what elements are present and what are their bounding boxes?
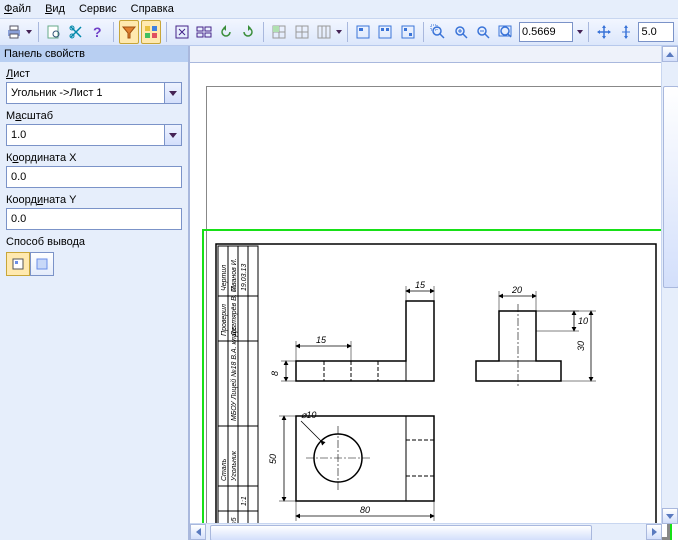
svg-text:МБОУ Лицей №18 В.А. класс: МБОУ Лицей №18 В.А. класс xyxy=(230,326,238,421)
sheet-value: Угольник ->Лист 1 xyxy=(7,87,164,99)
svg-text:15: 15 xyxy=(415,280,426,290)
layout2-button[interactable] xyxy=(375,20,395,44)
arrange-button[interactable] xyxy=(194,20,214,44)
help-button[interactable]: ? xyxy=(88,20,108,44)
scroll-left-button[interactable] xyxy=(190,524,206,540)
coord-y-label: Координата Y xyxy=(0,188,188,208)
svg-text:1:1: 1:1 xyxy=(241,496,248,506)
grid3-button[interactable] xyxy=(314,20,334,44)
scale-label: Масштаб xyxy=(0,104,188,124)
print-button[interactable] xyxy=(4,20,24,44)
panel-title: Панель свойств xyxy=(0,46,188,62)
scroll-down-button[interactable] xyxy=(662,508,678,524)
svg-text:Проверил: Проверил xyxy=(221,304,228,336)
svg-text:Чертил: Чертил xyxy=(221,265,228,291)
menu-view[interactable]: Вид xyxy=(45,3,65,15)
grid-dropdown[interactable] xyxy=(336,30,343,34)
vertical-scrollbar[interactable] xyxy=(661,46,678,524)
coord-x-input[interactable]: 0.0 xyxy=(6,166,182,188)
menu-service[interactable]: Сервис xyxy=(79,3,117,15)
step-value: 5.0 xyxy=(641,26,656,38)
svg-text:15: 15 xyxy=(316,335,327,345)
svg-text:8: 8 xyxy=(270,371,280,376)
output-mode-2[interactable] xyxy=(30,252,54,276)
svg-text:50: 50 xyxy=(268,454,278,464)
svg-text:80: 80 xyxy=(360,505,370,515)
drawing-canvas[interactable]: Чертил Иванов И. 19.03.13 Проверил Дегтя… xyxy=(189,46,678,540)
zoom-in-button[interactable] xyxy=(451,20,471,44)
zoom-region-button[interactable] xyxy=(428,20,448,44)
menu-file[interactable]: Файл xyxy=(4,3,31,15)
scroll-right-button[interactable] xyxy=(646,524,662,540)
rotate-ccw-button[interactable] xyxy=(216,20,236,44)
preview-button[interactable] xyxy=(44,20,64,44)
grid2-button[interactable] xyxy=(291,20,311,44)
output-mode-1[interactable] xyxy=(6,252,30,276)
svg-text:Угольник: Угольник xyxy=(231,450,238,482)
ruler-top xyxy=(190,46,662,63)
scale-value: 1.0 xyxy=(7,129,164,141)
resize-button[interactable] xyxy=(616,20,636,44)
chevron-down-icon[interactable] xyxy=(164,83,181,103)
coord-y-input[interactable]: 0.0 xyxy=(6,208,182,230)
scroll-up-button[interactable] xyxy=(662,46,678,62)
svg-text:?: ? xyxy=(93,24,102,40)
sheet-combo[interactable]: Угольник ->Лист 1 xyxy=(6,82,182,104)
svg-text:19.03.13: 19.03.13 xyxy=(241,264,248,291)
layout3-button[interactable] xyxy=(397,20,417,44)
zoom-out-button[interactable] xyxy=(473,20,493,44)
grid1-button[interactable] xyxy=(269,20,289,44)
zoom-value-input[interactable]: 0.5669 xyxy=(519,22,573,42)
output-label: Способ вывода xyxy=(0,230,188,250)
fit-button[interactable] xyxy=(172,20,192,44)
filter-options-button[interactable] xyxy=(141,20,161,44)
layout1-button[interactable] xyxy=(353,20,373,44)
coord-x-label: Координата X xyxy=(0,146,188,166)
zoom-fit-button[interactable] xyxy=(495,20,515,44)
svg-text:10: 10 xyxy=(578,316,588,326)
filter-button[interactable] xyxy=(119,20,139,44)
zoom-value: 0.5669 xyxy=(522,26,556,38)
print-dropdown[interactable] xyxy=(26,30,33,34)
zoom-dropdown[interactable] xyxy=(577,30,584,34)
vscroll-thumb[interactable] xyxy=(663,86,678,288)
scissors-button[interactable] xyxy=(66,20,86,44)
pan-button[interactable] xyxy=(594,20,614,44)
horizontal-scrollbar[interactable] xyxy=(190,523,662,540)
sheet-label: Лист xyxy=(0,62,188,82)
scale-combo[interactable]: 1.0 xyxy=(6,124,182,146)
svg-text:20: 20 xyxy=(511,285,522,295)
rotate-cw-button[interactable] xyxy=(238,20,258,44)
chevron-down-icon[interactable] xyxy=(164,125,181,145)
svg-text:30: 30 xyxy=(576,341,586,351)
svg-text:⌀10: ⌀10 xyxy=(301,410,316,420)
menu-help[interactable]: Справка xyxy=(131,3,174,15)
step-spinner[interactable]: 5.0 xyxy=(638,22,674,42)
svg-text:Сталь: Сталь xyxy=(221,458,228,481)
hscroll-thumb[interactable] xyxy=(210,525,592,540)
